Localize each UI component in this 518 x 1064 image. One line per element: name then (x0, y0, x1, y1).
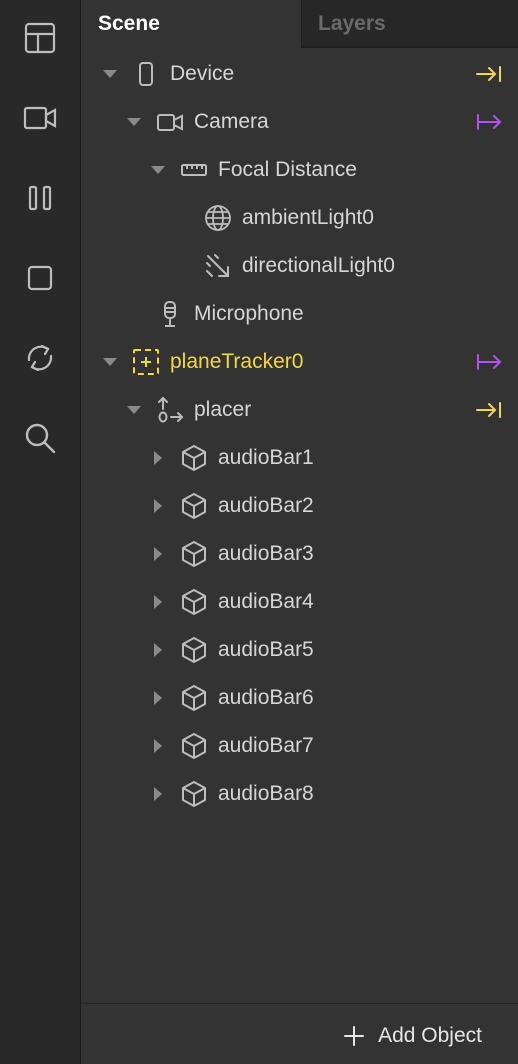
tree-item-label: ambientLight0 (242, 206, 374, 229)
tree-item-audio-bar[interactable]: audioBar5 (81, 626, 518, 674)
search-button[interactable] (20, 418, 60, 458)
caret-right-icon[interactable] (148, 544, 168, 564)
caret-down-icon[interactable] (124, 400, 144, 420)
cube-icon (180, 492, 208, 520)
stop-icon (27, 265, 53, 291)
null-object-icon (156, 396, 184, 424)
plus-icon (344, 1026, 365, 1046)
tree-item-device[interactable]: Device (81, 50, 518, 98)
caret-right-icon[interactable] (148, 496, 168, 516)
tree-item-label: audioBar1 (218, 446, 314, 469)
cube-icon (180, 540, 208, 568)
search-icon (25, 423, 56, 454)
tree-item-label: Camera (194, 110, 269, 133)
scene-panel-app: Scene Layers Device Camera Focal Distanc… (0, 0, 518, 1064)
caret-right-icon[interactable] (148, 736, 168, 756)
tree-item-audio-bar[interactable]: audioBar4 (81, 578, 518, 626)
tree-item-label: placer (194, 398, 252, 421)
refresh-button[interactable] (20, 338, 60, 378)
caret-right-icon[interactable] (148, 592, 168, 612)
globe-icon (204, 204, 232, 232)
link-arrow-purple-icon[interactable] (474, 350, 504, 374)
caret-right-icon[interactable] (148, 448, 168, 468)
link-arrow-yellow-icon[interactable] (474, 62, 504, 86)
pause-icon (28, 185, 52, 211)
tree-item-audio-bar[interactable]: audioBar2 (81, 482, 518, 530)
caret-down-icon[interactable] (148, 160, 168, 180)
tree-item-label: audioBar6 (218, 686, 314, 709)
tree-item-label: directionalLight0 (242, 254, 395, 277)
tree-item-label: audioBar3 (218, 542, 314, 565)
tree-item-label: audioBar2 (218, 494, 314, 517)
plane-tracker-icon (132, 348, 160, 376)
tree-item-label: audioBar4 (218, 590, 314, 613)
tree-item-plane-tracker[interactable]: planeTracker0 (81, 338, 518, 386)
tree-item-audio-bar[interactable]: audioBar3 (81, 530, 518, 578)
tree-item-focal-distance[interactable]: Focal Distance (81, 146, 518, 194)
refresh-icon (27, 344, 53, 372)
tree-item-label: Microphone (194, 302, 304, 325)
tree-item-audio-bar[interactable]: audioBar8 (81, 770, 518, 818)
cube-icon (180, 684, 208, 712)
link-arrow-yellow-icon[interactable] (474, 398, 504, 422)
tree-item-ambient-light[interactable]: ambientLight0 (81, 194, 518, 242)
panel-tabs: Scene Layers (81, 0, 518, 48)
caret-down-icon[interactable] (100, 64, 120, 84)
link-arrow-purple-icon[interactable] (474, 110, 504, 134)
camera-icon (156, 108, 184, 136)
tree-item-label: Device (170, 62, 235, 85)
cube-icon (180, 588, 208, 616)
cube-icon (180, 636, 208, 664)
cube-icon (180, 780, 208, 808)
caret-down-icon[interactable] (124, 112, 144, 132)
tree-item-label: audioBar8 (218, 782, 314, 805)
caret-down-icon[interactable] (100, 352, 120, 372)
tree-item-camera[interactable]: Camera (81, 98, 518, 146)
device-icon (132, 60, 160, 88)
caret-right-icon[interactable] (148, 688, 168, 708)
microphone-icon (156, 300, 184, 328)
layout-icon (24, 22, 56, 54)
left-toolbar (0, 0, 81, 1064)
tree-item-audio-bar[interactable]: audioBar1 (81, 434, 518, 482)
tree-item-label: audioBar5 (218, 638, 314, 661)
tree-item-directional-light[interactable]: directionalLight0 (81, 242, 518, 290)
add-object-label: Add Object (378, 1024, 482, 1047)
layout-button[interactable] (20, 18, 60, 58)
pause-button[interactable] (20, 178, 60, 218)
cube-icon (180, 444, 208, 472)
tab-scene[interactable]: Scene (81, 0, 301, 48)
stop-button[interactable] (20, 258, 60, 298)
scene-panel: Scene Layers Device Camera Focal Distanc… (81, 0, 518, 1064)
caret-right-icon[interactable] (148, 640, 168, 660)
tree-item-placer[interactable]: placer (81, 386, 518, 434)
cube-icon (180, 732, 208, 760)
tab-layers[interactable]: Layers (301, 0, 518, 48)
ruler-icon (180, 156, 208, 184)
tree-item-audio-bar[interactable]: audioBar6 (81, 674, 518, 722)
tree-item-label: audioBar7 (218, 734, 314, 757)
camera-view-button[interactable] (20, 98, 60, 138)
tree-item-label: Focal Distance (218, 158, 357, 181)
tree-item-microphone[interactable]: Microphone (81, 290, 518, 338)
directional-light-icon (204, 252, 232, 280)
tree-item-label: planeTracker0 (170, 350, 304, 373)
video-camera-icon (23, 106, 57, 130)
panel-footer: Add Object (81, 1003, 518, 1064)
tree-item-audio-bar[interactable]: audioBar7 (81, 722, 518, 770)
add-object-button[interactable]: Add Object (343, 1018, 482, 1054)
caret-right-icon[interactable] (148, 784, 168, 804)
